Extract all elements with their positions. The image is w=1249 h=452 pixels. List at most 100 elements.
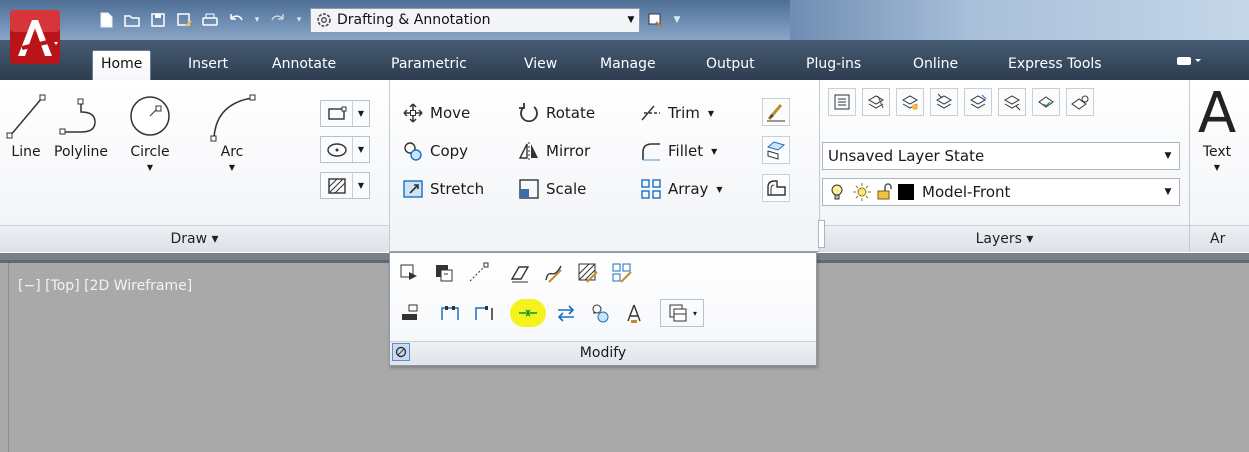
layer-state-combo[interactable]: Unsaved Layer State ▼ — [822, 142, 1180, 170]
offset-button[interactable] — [762, 174, 790, 202]
tab-manage[interactable]: Manage — [592, 51, 664, 80]
trim-tool[interactable]: Trim ▼ — [640, 100, 714, 126]
draw-panel-title[interactable]: Draw ▾ — [0, 225, 389, 252]
layer-properties-icon[interactable] — [646, 10, 666, 30]
array-label: Array — [668, 180, 709, 198]
stretch-tool[interactable]: Stretch — [402, 176, 484, 202]
edit-spline-icon[interactable] — [540, 259, 568, 287]
reverse-icon[interactable] — [552, 299, 580, 327]
tab-home[interactable]: Home — [92, 50, 152, 80]
align-icon[interactable] — [396, 299, 424, 327]
lengthen-icon[interactable] — [464, 259, 492, 287]
quick-access-toolbar: ▾ ▾ Drafting & Annotation ▼ ▼ — [96, 7, 682, 33]
line-tool[interactable]: Line — [4, 84, 48, 160]
rectangle-dropdown[interactable]: ▼ — [320, 100, 370, 127]
chevron-down-icon: ▾ — [692, 308, 697, 318]
join-icon[interactable] — [510, 299, 546, 327]
set-base-point-icon[interactable] — [586, 299, 614, 327]
move-tool[interactable]: Move — [402, 100, 470, 126]
layer-properties-icon[interactable] — [828, 88, 856, 116]
bring-to-front-icon[interactable] — [430, 259, 458, 287]
ribbon-tab-bar: Home Insert Annotate Parametric View Man… — [0, 40, 1249, 80]
layer-states-icon[interactable] — [862, 88, 890, 116]
fillet-tool[interactable]: Fillet ▼ — [640, 138, 717, 164]
copy-nested-dropdown[interactable]: ▾ — [660, 299, 704, 327]
application-menu-button[interactable] — [8, 8, 64, 64]
viewport-controls[interactable]: [−] [Top] [2D Wireframe] — [18, 278, 192, 294]
save-as-icon[interactable] — [174, 10, 194, 30]
autocad-logo-icon — [10, 10, 60, 64]
text-tool[interactable]: A Text ▼ — [1192, 84, 1242, 176]
layer-unisolate-icon[interactable] — [930, 88, 958, 116]
copy-nested-objects-icon — [669, 304, 687, 322]
tab-view[interactable]: View — [516, 51, 565, 80]
chevron-down-icon: ▼ — [228, 163, 236, 172]
tab-insert[interactable]: Insert — [180, 51, 236, 80]
layer-off-icon[interactable] — [998, 88, 1026, 116]
erase-button[interactable] — [762, 98, 790, 126]
layer-freeze-icon[interactable] — [964, 88, 992, 116]
layer-isolate-icon[interactable] — [896, 88, 924, 116]
eraser-icon — [767, 104, 785, 122]
trim-icon — [641, 105, 660, 121]
copy-tool[interactable]: Copy — [402, 138, 468, 164]
rotate-tool[interactable]: Rotate — [518, 100, 595, 126]
match-layer-icon[interactable] — [1066, 88, 1094, 116]
make-current-icon[interactable] — [1032, 88, 1060, 116]
annotation-panel-title[interactable]: Ar — [1190, 225, 1249, 252]
array-icon — [641, 179, 661, 199]
tab-annotate[interactable]: Annotate — [264, 51, 344, 80]
save-icon[interactable] — [148, 10, 168, 30]
chevron-down-icon: ▼ — [1213, 163, 1221, 172]
ribbon-toggle-icon — [1177, 57, 1201, 65]
tab-express-tools[interactable]: Express Tools — [1000, 51, 1110, 80]
sun-icon — [853, 183, 871, 201]
scale-label: Scale — [546, 180, 587, 198]
mirror-icon — [518, 142, 538, 160]
mirror-tool[interactable]: Mirror — [518, 138, 590, 164]
pin-panel-icon[interactable] — [392, 343, 410, 361]
undo-icon[interactable] — [226, 10, 246, 30]
polyline-tool[interactable]: Polyline — [48, 84, 114, 160]
text-label: Text — [1202, 144, 1232, 160]
tab-online[interactable]: Online — [905, 51, 966, 80]
fillet-label: Fillet — [668, 142, 704, 160]
break-icon[interactable] — [470, 299, 498, 327]
gear-icon — [317, 13, 331, 27]
workspace-label: Drafting & Annotation — [337, 12, 491, 28]
current-layer-combo[interactable]: Model-Front ▼ — [822, 178, 1180, 206]
workspace-switcher[interactable]: Drafting & Annotation ▼ — [310, 7, 640, 33]
plot-icon[interactable] — [200, 10, 220, 30]
arc-tool[interactable]: Arc ▼ — [186, 84, 264, 176]
new-icon[interactable] — [96, 10, 116, 30]
customize-qat-icon[interactable]: ▼ — [672, 15, 682, 25]
edit-polyline-icon[interactable] — [506, 259, 534, 287]
layers-panel-title[interactable]: Layers ▾ — [820, 225, 1189, 252]
unlock-icon — [877, 183, 892, 200]
edit-hatch-icon[interactable] — [574, 259, 602, 287]
change-to-bylayer-icon[interactable] — [620, 299, 648, 327]
modify-panel-title[interactable]: Modify — [390, 341, 816, 365]
tab-output[interactable]: Output — [698, 51, 763, 80]
scale-tool[interactable]: Scale — [518, 176, 586, 202]
boundary-dropdown[interactable]: ▼ — [320, 172, 370, 199]
polyline-label: Polyline — [54, 144, 108, 160]
circle-tool[interactable]: Circle ▼ — [118, 84, 182, 176]
hatch-dropdown[interactable]: ▼ — [320, 136, 370, 163]
undo-dropdown-icon[interactable]: ▾ — [252, 15, 262, 25]
draworder-icon[interactable] — [396, 259, 424, 287]
explode-button[interactable] — [762, 136, 790, 164]
array-tool[interactable]: Array ▼ — [640, 176, 723, 202]
break-at-point-icon[interactable] — [436, 299, 464, 327]
tab-plug-ins[interactable]: Plug-ins — [798, 51, 869, 80]
scale-icon — [519, 179, 539, 199]
tab-parametric[interactable]: Parametric — [383, 51, 475, 80]
minimize-ribbon-button[interactable] — [1168, 51, 1210, 80]
redo-dropdown-icon[interactable]: ▾ — [294, 15, 304, 25]
open-icon[interactable] — [122, 10, 142, 30]
redo-icon[interactable] — [268, 10, 288, 30]
ribbon: Line Polyline Circle ▼ Arc ▼ ▼ ▼ ▼ Draw … — [0, 80, 1249, 252]
edit-array-icon[interactable] — [608, 259, 636, 287]
lightbulb-icon — [831, 184, 843, 200]
explode-icon — [766, 141, 786, 160]
